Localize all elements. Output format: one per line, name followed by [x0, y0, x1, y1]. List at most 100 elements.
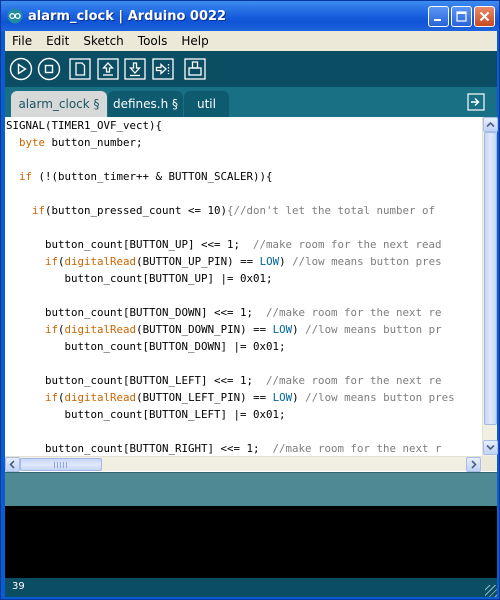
- scroll-grip: [54, 462, 68, 468]
- code-token: LOW: [259, 255, 280, 268]
- play-icon: [9, 57, 33, 81]
- tab-alarm-clock[interactable]: alarm_clock §: [11, 91, 107, 117]
- minimize-icon: [434, 19, 441, 21]
- console-output[interactable]: [5, 506, 497, 578]
- window-controls: [428, 6, 495, 27]
- maximize-icon: [456, 11, 467, 22]
- code-line: button_count[BUTTON_DOWN] |= 0x01;: [6, 338, 286, 355]
- open-button[interactable]: [96, 57, 120, 81]
- code-token: if: [32, 204, 46, 217]
- window-title: alarm_clock | Arduino 0022: [28, 8, 227, 24]
- upload-arrow-right-icon: [152, 58, 174, 80]
- code-line: if(digitalRead(BUTTON_UP_PIN) == LOW) //…: [6, 253, 442, 270]
- scroll-down-button[interactable]: [483, 440, 498, 455]
- scrollbar-corner: [482, 456, 497, 471]
- code-line: if(digitalRead(BUTTON_LEFT_PIN) == LOW) …: [6, 389, 455, 406]
- stop-button[interactable]: [37, 57, 61, 81]
- verify-button[interactable]: [9, 57, 33, 81]
- code-token: LOW: [272, 323, 293, 336]
- chevron-up-icon: [486, 121, 495, 128]
- code-token: //low means button pr: [305, 323, 442, 336]
- save-arrow-down-icon: [124, 58, 146, 80]
- code-token: //make room for the next read: [253, 238, 442, 251]
- code-token: (BUTTON_LEFT_PIN) ==: [136, 391, 273, 404]
- code-line: button_count[BUTTON_DOWN] <<= 1; //make …: [6, 304, 442, 321]
- tab-label: util: [197, 97, 216, 111]
- menu-edit[interactable]: Edit: [39, 34, 76, 48]
- code-token: button_count[BUTTON_LEFT] <<= 1;: [45, 374, 267, 387]
- arduino-logo-icon: [7, 8, 23, 24]
- code-line: button_count[BUTTON_RIGHT] <<= 1; //make…: [6, 440, 442, 456]
- code-token: button_count[BUTTON_DOWN] |= 0x01;: [64, 340, 286, 353]
- horizontal-scroll-thumb[interactable]: [20, 458, 102, 471]
- code-token: if: [45, 391, 59, 404]
- tab-label: alarm_clock §: [18, 97, 100, 111]
- code-line: if(button_pressed_count <= 10){//don't l…: [6, 202, 435, 219]
- chevron-down-icon: [486, 444, 495, 451]
- tab-label: defines.h §: [112, 97, 179, 111]
- code-token: digitalRead: [64, 391, 137, 404]
- tab-menu-button[interactable]: [467, 93, 485, 111]
- tab-bar: alarm_clock § defines.h § util: [5, 87, 497, 117]
- code-token: //low means button pres: [292, 255, 442, 268]
- tab-util[interactable]: util: [184, 91, 229, 117]
- upload-button[interactable]: [151, 57, 175, 81]
- code-line: button_count[BUTTON_LEFT] |= 0x01;: [6, 406, 286, 423]
- chevron-right-icon: [471, 460, 477, 469]
- code-token: button_count[BUTTON_UP] <<= 1;: [45, 238, 254, 251]
- serial-monitor-button[interactable]: [183, 57, 207, 81]
- status-bar: 39: [5, 578, 497, 597]
- code-token: button_count[BUTTON_UP] |= 0x01;: [64, 272, 273, 285]
- scroll-right-button[interactable]: [466, 457, 481, 472]
- new-button[interactable]: [68, 57, 92, 81]
- message-area: [5, 472, 497, 506]
- code-token: //low means button pres: [305, 391, 455, 404]
- code-token: (BUTTON_UP_PIN) ==: [136, 255, 260, 268]
- stop-icon: [37, 57, 61, 81]
- maximize-button[interactable]: [451, 6, 472, 27]
- chevron-left-icon: [9, 460, 15, 469]
- menu-bar: File Edit Sketch Tools Help: [5, 31, 497, 51]
- code-token: if: [19, 170, 33, 183]
- scroll-left-button[interactable]: [5, 457, 20, 472]
- menu-help[interactable]: Help: [174, 34, 215, 48]
- close-button[interactable]: [474, 6, 495, 27]
- code-token: {//don't let the total number of: [227, 204, 436, 217]
- code-token: SIGNAL(TIMER1_OVF_vect){: [6, 119, 163, 132]
- horizontal-scrollbar[interactable]: [5, 456, 482, 472]
- scroll-up-button[interactable]: [483, 117, 498, 132]
- tab-defines-h[interactable]: defines.h §: [108, 91, 183, 117]
- menu-file[interactable]: File: [5, 34, 39, 48]
- vertical-scroll-thumb[interactable]: [484, 132, 497, 425]
- code-line: button_count[BUTTON_UP] <<= 1; //make ro…: [6, 236, 442, 253]
- code-token: (!(button_timer++ & BUTTON_SCALER)){: [32, 170, 273, 183]
- code-token: button_number;: [45, 136, 143, 149]
- menu-sketch[interactable]: Sketch: [76, 34, 130, 48]
- code-line: if (!(button_timer++ & BUTTON_SCALER)){: [6, 168, 273, 185]
- resize-grip-icon[interactable]: [485, 585, 497, 597]
- minimize-button[interactable]: [428, 6, 449, 27]
- code-token: (button_pressed_count <= 10): [45, 204, 228, 217]
- code-line: SIGNAL(TIMER1_OVF_vect){: [6, 117, 162, 134]
- toolbar: [5, 51, 497, 87]
- code-text-area[interactable]: SIGNAL(TIMER1_OVF_vect){ byte button_num…: [6, 117, 482, 456]
- code-line: byte button_number;: [6, 134, 143, 151]
- code-token: ): [292, 391, 306, 404]
- code-editor[interactable]: SIGNAL(TIMER1_OVF_vect){ byte button_num…: [5, 117, 498, 472]
- code-line: button_count[BUTTON_LEFT] <<= 1; //make …: [6, 372, 442, 389]
- serial-monitor-icon: [184, 58, 206, 80]
- code-token: //make room for the next re: [266, 374, 442, 387]
- open-arrow-up-icon: [97, 58, 119, 80]
- title-bar[interactable]: alarm_clock | Arduino 0022: [1, 1, 499, 31]
- code-line: if(digitalRead(BUTTON_DOWN_PIN) == LOW) …: [6, 321, 442, 338]
- code-token: byte: [19, 136, 46, 149]
- line-number: 39: [12, 581, 25, 592]
- code-line: button_count[BUTTON_UP] |= 0x01;: [6, 270, 273, 287]
- menu-tools[interactable]: Tools: [131, 34, 175, 48]
- code-token: digitalRead: [64, 323, 137, 336]
- code-token: button_count[BUTTON_LEFT] |= 0x01;: [64, 408, 286, 421]
- code-token: //make room for the next re: [266, 306, 442, 319]
- save-button[interactable]: [123, 57, 147, 81]
- vertical-scrollbar[interactable]: [482, 117, 498, 456]
- code-token: if: [45, 323, 59, 336]
